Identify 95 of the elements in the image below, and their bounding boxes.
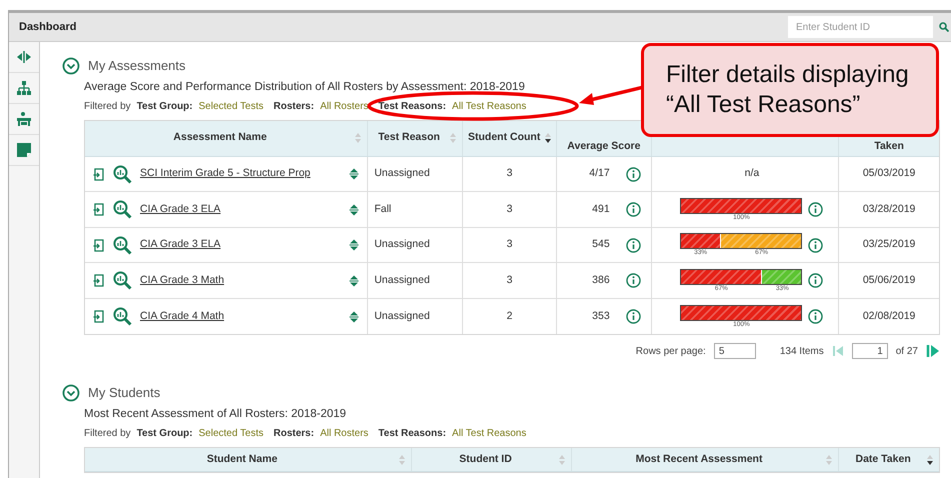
note-icon[interactable] [16,142,32,158]
section-subtitle: Average Score and Performance Distribution of All Rosters by Assessment: 2018-2019 [84,80,525,94]
test-reason: Unassigned [374,272,430,288]
assessment-link[interactable]: CIA Grade 4 Math [140,308,224,324]
average-score: 353 [592,308,610,324]
split-arrows-icon[interactable] [16,49,32,65]
filter-value: Selected Tests [198,100,264,114]
magnifier-chart-icon[interactable] [113,236,132,254]
filter-label: Test Group: [136,427,193,441]
date-taken: 03/25/2019 [862,237,916,252]
info-icon[interactable] [626,202,641,217]
student-count: 3 [506,166,512,182]
filter-label: Test Reasons: [378,427,446,441]
filter-label: Test Group: [136,100,193,114]
info-icon[interactable] [626,166,641,182]
section-title: My Assessments [88,57,186,75]
document-icon[interactable] [93,238,105,252]
section-subtitle: Most Recent Assessment of All Rosters: 2018-2019 [84,406,346,422]
search-field[interactable]: Enter Student ID [788,16,933,38]
hierarchy-icon[interactable] [16,80,32,96]
average-score: 491 [592,202,610,217]
magnifier-chart-icon[interactable] [113,307,132,326]
column-header[interactable]: Student ID [459,452,512,468]
info-icon[interactable] [808,238,824,252]
page-field[interactable]: 1 [852,343,888,360]
test-reason: Unassigned [374,237,430,252]
document-icon[interactable] [93,168,105,180]
assessment-link[interactable]: CIA Grade 3 ELA [140,202,221,218]
reorder-icon[interactable] [349,310,360,322]
sort-icon[interactable] [926,454,934,466]
info-icon[interactable] [808,309,824,324]
student-count: 3 [506,272,512,288]
search-icon[interactable] [939,22,949,32]
collapse-icon[interactable] [62,384,80,402]
filter-value: All Test Reasons [452,100,526,114]
filter-value: All Rosters [320,100,368,114]
assessment-link[interactable]: SCI Interim Grade 5 - Structure Prop [140,166,310,182]
test-reason: Unassigned [374,308,430,324]
date-taken: 05/03/2019 [862,166,916,182]
item-count: 134 Items [780,344,824,359]
date-taken: 03/28/2019 [862,202,916,217]
next-page-icon[interactable] [926,344,940,358]
average-score: 4/17 [589,166,610,182]
column-header[interactable]: Test Reason [378,130,440,146]
magnifier-chart-icon[interactable] [113,164,132,184]
test-reason: Unassigned [374,166,430,182]
classroom-icon[interactable] [16,111,32,127]
column-header[interactable]: Most Recent Assessment [636,452,762,468]
column-header[interactable]: Taken [874,139,904,155]
magnifier-chart-icon[interactable] [113,271,132,290]
collapse-icon[interactable] [62,56,80,75]
filter-value: Selected Tests [198,427,264,441]
page-total: of 27 [896,344,918,359]
filter-lead: Filtered by [84,100,131,114]
document-icon[interactable] [93,274,105,287]
sort-icon[interactable] [544,132,552,144]
magnifier-chart-icon[interactable] [113,200,132,219]
average-score: 545 [592,237,610,252]
column-header[interactable]: Student Count [468,130,540,146]
info-icon[interactable] [626,309,641,324]
column-header[interactable]: Assessment Name [173,130,267,146]
date-taken: 02/08/2019 [862,308,916,324]
student-count: 3 [506,237,512,252]
info-icon[interactable] [808,273,824,288]
info-icon[interactable] [808,202,824,217]
reorder-icon[interactable] [349,239,360,251]
rows-per-page-field[interactable]: 5 [714,343,756,360]
filter-value: All Rosters [320,427,368,441]
reorder-icon[interactable] [349,274,360,286]
not-available: n/a [744,166,760,182]
assessment-link[interactable]: CIA Grade 3 ELA [140,237,221,253]
student-count: 3 [506,202,512,217]
filter-label: Rosters: [273,427,314,441]
student-count: 2 [506,308,512,324]
column-header[interactable]: Student Name [206,452,278,468]
rows-per-page-label: Rows per page: [636,344,706,359]
callout-text: Filter details displaying “All Test Reasons” [666,60,910,120]
filter-label: Rosters: [273,100,314,114]
column-header[interactable]: Date Taken [856,452,911,468]
section-title: My Students [88,384,160,402]
assessment-link[interactable]: CIA Grade 3 Math [140,272,224,288]
document-icon[interactable] [93,203,105,216]
date-taken: 05/06/2019 [862,272,916,288]
average-score: 386 [592,272,610,288]
filter-value: All Test Reasons [452,427,526,441]
info-icon[interactable] [626,238,641,252]
filter-label: Test Reasons: [378,100,446,114]
page-title: Dashboard [19,20,76,35]
test-reason: Fall [374,202,392,217]
column-header[interactable]: Average Score [567,139,640,155]
info-icon[interactable] [626,273,641,288]
reorder-icon[interactable] [349,168,360,180]
document-icon[interactable] [93,310,105,323]
reorder-icon[interactable] [349,204,360,216]
filter-lead: Filtered by [84,427,131,441]
